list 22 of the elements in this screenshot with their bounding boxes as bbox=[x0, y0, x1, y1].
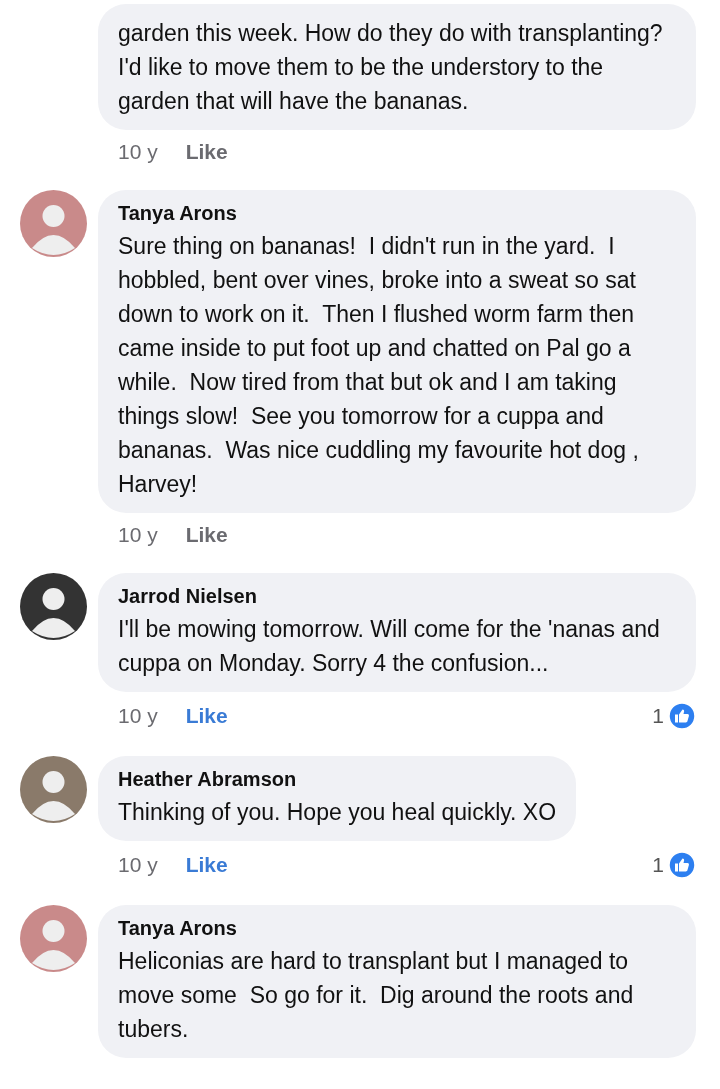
comment-text: Thinking of you. Hope you heal quickly. XO bbox=[118, 798, 557, 827]
like-link[interactable]: Like bbox=[185, 523, 228, 547]
comment-text: Heliconias are hard to transplant but I managed to move some So go for it. Dig around the roots and tubers. bbox=[118, 947, 635, 1044]
comment-time: 10 y bbox=[118, 853, 158, 877]
thumbs-up-icon[interactable] bbox=[668, 851, 696, 879]
like-link[interactable]: Like bbox=[185, 140, 228, 164]
like-link[interactable]: Like bbox=[185, 853, 228, 877]
author-name[interactable]: Tanya Arons bbox=[118, 917, 676, 940]
comment-text: I'll be mowing tomorrow. Will come for the 'nanas and cuppa on Monday. Sorry 4 the confusion... bbox=[118, 615, 661, 678]
comment-time: 10 y bbox=[118, 704, 158, 728]
author-name[interactable]: Heather Abramson bbox=[118, 768, 557, 791]
author-name[interactable]: Jarrod Nielsen bbox=[118, 585, 676, 608]
comment-text: Sure thing on bananas! I didn't run in the yard. I hobbled, bent over vines, broke into a sweat so sat down to work on it. Then I flushed worm farm then came inside to put foot up and chatted on Pal go a while. Now tired from that but ok and I am taking things slow! See you tomorrow for a cuppa and bananas. Was nice cuddling my favourite hot dog , Harvey! bbox=[118, 232, 640, 499]
reaction-count: 1 bbox=[652, 853, 664, 877]
thumbs-up-icon[interactable] bbox=[668, 702, 696, 730]
comment-time: 10 y bbox=[118, 523, 158, 547]
comment-time: 10 y bbox=[118, 140, 158, 164]
like-link[interactable]: Like bbox=[185, 704, 228, 728]
avatar[interactable] bbox=[20, 573, 87, 640]
reaction-count: 1 bbox=[652, 704, 664, 728]
author-name[interactable]: Tanya Arons bbox=[118, 202, 676, 225]
comment-text: garden this week. How do they do with transplanting? I'd like to move them to be the understory to the garden that will have the bananas. bbox=[118, 19, 664, 116]
